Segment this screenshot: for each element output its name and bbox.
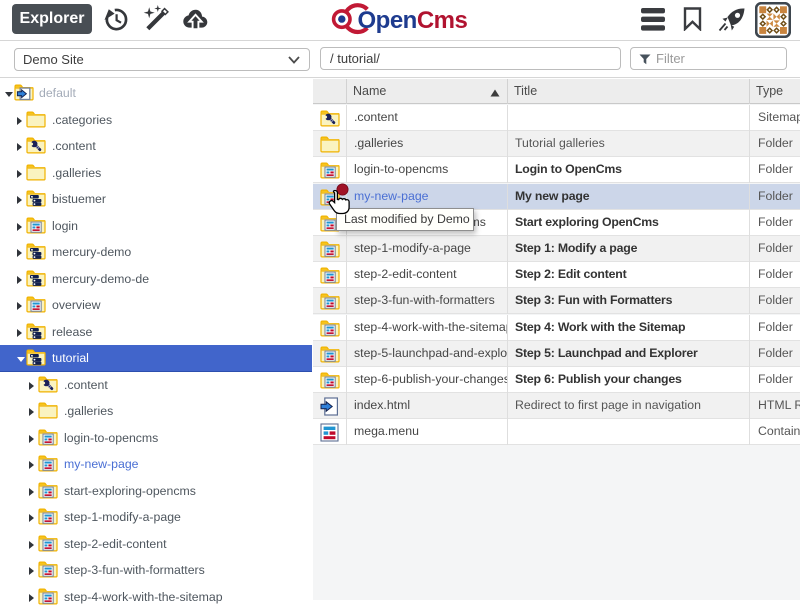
svg-text:OpenCms: OpenCms bbox=[358, 7, 468, 34]
